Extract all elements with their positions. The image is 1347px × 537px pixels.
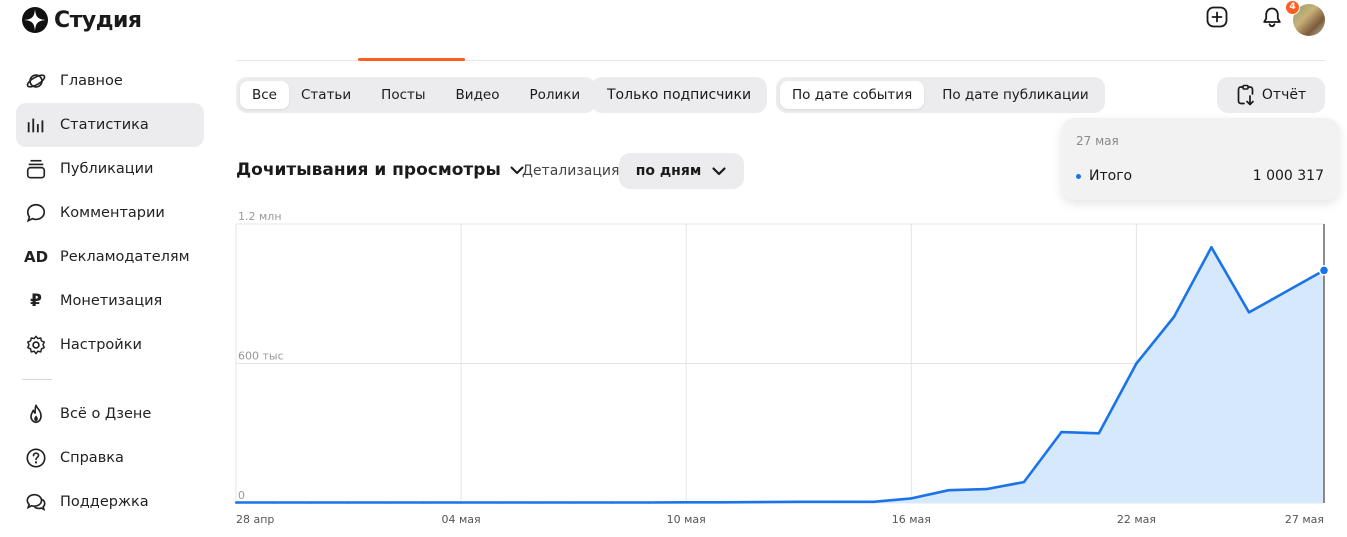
data-point <box>1172 315 1176 319</box>
data-point <box>609 501 613 504</box>
data-point <box>910 497 913 500</box>
data-point <box>835 500 838 504</box>
series-dot <box>1076 174 1081 179</box>
data-point <box>497 501 500 504</box>
data-point <box>1135 362 1138 365</box>
data-point <box>647 501 650 504</box>
data-point <box>384 501 388 504</box>
x-tick-label: 16 мая <box>892 513 931 526</box>
data-point <box>685 501 688 504</box>
data-point <box>1022 480 1026 484</box>
data-point <box>722 501 725 504</box>
data-point <box>422 501 425 504</box>
data-point <box>459 501 463 504</box>
x-tick-label: 27 мая <box>1285 513 1324 526</box>
x-tick-label: 04 мая <box>442 513 481 526</box>
views-chart[interactable]: 0 600 тыс 1.2 млн 28 апр 04 мая 10 мая 16 мая 2… <box>0 0 1347 537</box>
x-tick-label: 22 мая <box>1117 513 1156 526</box>
data-point <box>347 501 350 504</box>
data-point <box>760 500 763 504</box>
x-tick-label: 28 апр <box>236 513 274 526</box>
tooltip-date: 27 мая <box>1076 134 1119 148</box>
data-point <box>572 501 575 504</box>
series-area <box>236 247 1324 503</box>
data-point <box>985 487 988 491</box>
y-tick-label: 0 <box>238 489 245 502</box>
y-tick-label: 600 тыс <box>238 350 284 363</box>
data-point <box>1097 432 1101 435</box>
chart-tooltip: 27 мая Итого 1 000 317 <box>1061 118 1340 200</box>
x-tick-label: 10 мая <box>667 513 706 526</box>
data-point <box>272 501 275 504</box>
data-point <box>797 500 800 504</box>
hover-marker <box>1318 265 1330 276</box>
tooltip-label: Итого <box>1089 168 1133 184</box>
data-point <box>1210 246 1213 249</box>
data-point <box>1285 290 1288 293</box>
data-point <box>534 501 538 504</box>
y-tick-label: 1.2 млн <box>238 210 282 223</box>
data-point <box>309 501 313 504</box>
data-point <box>234 501 238 504</box>
tooltip-value: 1 000 317 <box>1252 168 1324 184</box>
data-point <box>872 500 875 504</box>
data-point <box>1247 311 1251 314</box>
data-point <box>1060 430 1063 434</box>
data-point <box>947 489 951 492</box>
